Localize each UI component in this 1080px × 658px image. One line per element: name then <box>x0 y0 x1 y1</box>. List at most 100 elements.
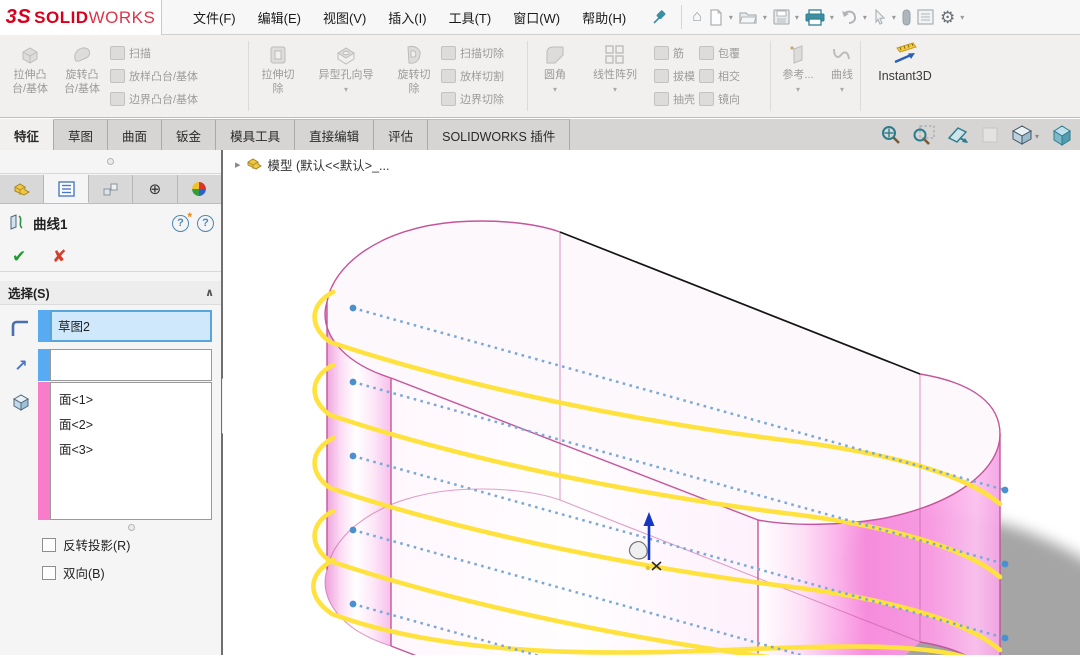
open-file-caret-icon[interactable]: ▾ <box>763 13 767 22</box>
lofted-boss-button[interactable]: 放样凸台/基体 <box>110 66 198 86</box>
flyout-feature-tree[interactable]: ▸ 模型 (默认<<默认>_... <box>235 155 389 174</box>
face-list-item[interactable]: 面<3> <box>51 436 211 461</box>
tab-surfaces[interactable]: 曲面 <box>108 119 162 150</box>
boundary-cut-button[interactable]: 边界切除 <box>441 89 504 109</box>
zoom-fit-icon[interactable] <box>880 124 902 146</box>
bidirectional-checkbox[interactable] <box>42 566 56 580</box>
face-list-item[interactable]: 面<1> <box>51 386 211 411</box>
graphics-viewport[interactable]: ▸ 模型 (默认<<默认>_... <box>223 150 1080 655</box>
save-caret-icon[interactable]: ▾ <box>795 13 799 22</box>
menu-edit[interactable]: 编辑(E) <box>247 1 312 34</box>
feature-manager-tab[interactable] <box>0 175 44 203</box>
sketch-field[interactable]: 草图2 <box>50 310 212 342</box>
bidirectional-row[interactable]: 双向(B) <box>42 563 105 582</box>
dimxpert-tab[interactable]: ⊕ <box>133 175 177 203</box>
panel-resize-handle[interactable] <box>107 158 114 165</box>
properties-icon[interactable] <box>915 6 936 28</box>
new-file-icon[interactable] <box>706 6 726 29</box>
face-selection-list[interactable]: 面<1> 面<2> 面<3> <box>50 382 212 520</box>
display-manager-tab[interactable] <box>178 175 222 203</box>
display-style-icon[interactable] <box>1050 123 1074 147</box>
list-resize-handle[interactable] <box>128 524 135 531</box>
cancel-button[interactable]: ✘ <box>52 247 66 267</box>
hole-wizard-icon <box>334 41 358 69</box>
reverse-projection-row[interactable]: 反转投影(R) <box>42 535 130 554</box>
revolved-cut-button[interactable]: 旋转切除 <box>389 35 439 115</box>
curves-caret-icon[interactable]: ▾ <box>840 85 844 94</box>
pin-menu-icon[interactable] <box>645 6 673 29</box>
reverse-projection-checkbox[interactable] <box>42 538 56 552</box>
linear-pattern-caret-icon[interactable]: ▾ <box>613 85 617 94</box>
tree-expand-icon[interactable]: ▸ <box>235 158 241 171</box>
direction-field[interactable] <box>50 349 212 381</box>
intersect-icon <box>699 69 714 83</box>
shell-icon <box>654 92 669 106</box>
print-caret-icon[interactable]: ▾ <box>830 13 834 22</box>
section-view-icon[interactable] <box>946 124 970 146</box>
options-capsule-icon[interactable] <box>900 6 913 29</box>
menu-view[interactable]: 视图(V) <box>312 1 377 34</box>
settings-caret-icon[interactable]: ▾ <box>960 13 964 22</box>
menu-file[interactable]: 文件(F) <box>182 1 247 34</box>
group-separator <box>527 41 528 111</box>
mirror-button[interactable]: 镜向 <box>699 89 740 109</box>
fillet-caret-icon[interactable]: ▾ <box>553 85 557 94</box>
collapse-section-icon[interactable]: ∧ <box>205 286 214 299</box>
new-file-caret-icon[interactable]: ▾ <box>729 13 733 22</box>
zoom-area-icon[interactable] <box>912 124 936 146</box>
ok-button[interactable]: ✔ <box>12 247 26 267</box>
home-icon[interactable]: ⌂ <box>690 6 704 28</box>
selection-section-header[interactable]: 选择(S) ∧ <box>0 281 222 305</box>
help-icon[interactable]: ? <box>197 215 214 232</box>
property-manager-tab[interactable] <box>44 175 88 203</box>
extruded-boss-button[interactable]: 拉伸凸台/基体 <box>4 35 56 115</box>
hole-wizard-button[interactable]: 异型孔向导 ▾ <box>303 35 389 115</box>
hole-wizard-caret-icon[interactable]: ▾ <box>344 85 348 94</box>
menu-help[interactable]: 帮助(H) <box>571 1 637 34</box>
configuration-manager-tab[interactable] <box>89 175 133 203</box>
menu-window[interactable]: 窗口(W) <box>502 1 571 34</box>
print-icon[interactable] <box>803 6 827 29</box>
instant3d-button[interactable]: Instant3D <box>866 35 944 115</box>
rib-button[interactable]: 筋 <box>654 43 695 63</box>
wrap-button[interactable]: 包覆 <box>699 43 740 63</box>
swept-boss-button[interactable]: 扫描 <box>110 43 198 63</box>
tab-direct-editing[interactable]: 直接编辑 <box>295 119 374 150</box>
logo-mark: 3S <box>6 6 31 28</box>
face-list-item[interactable]: 面<2> <box>51 411 211 436</box>
settings-gear-icon[interactable]: ⚙ <box>938 6 957 29</box>
undo-icon[interactable] <box>838 6 860 28</box>
intersect-button[interactable]: 相交 <box>699 66 740 86</box>
select-cursor-icon[interactable] <box>871 6 889 28</box>
boss-stack: 扫描 放样凸台/基体 边界凸台/基体 <box>108 35 200 117</box>
group-separator <box>248 41 249 111</box>
tab-sheet-metal[interactable]: 钣金 <box>162 119 216 150</box>
view-orientation-icon[interactable]: ▾ <box>1010 123 1040 147</box>
tab-features[interactable]: 特征 <box>0 119 54 150</box>
lofted-cut-button[interactable]: 放样切割 <box>441 66 504 86</box>
whats-new-help-icon[interactable]: ?* <box>172 215 189 232</box>
reference-geometry-button[interactable]: 参考... ▾ <box>774 35 822 115</box>
curves-button[interactable]: 曲线 ▾ <box>822 35 862 115</box>
swept-cut-button[interactable]: 扫描切除 <box>441 43 504 63</box>
undo-caret-icon[interactable]: ▾ <box>863 13 867 22</box>
menu-tools[interactable]: 工具(T) <box>438 1 503 34</box>
linear-pattern-button[interactable]: 线性阵列 ▾ <box>578 35 652 115</box>
draft-button[interactable]: 拔模 <box>654 66 695 86</box>
fillet-button[interactable]: 圆角 ▾ <box>532 35 578 115</box>
tab-mold-tools[interactable]: 模具工具 <box>216 119 295 150</box>
tab-sketch[interactable]: 草图 <box>54 119 108 150</box>
extruded-cut-button[interactable]: 拉伸切除 <box>253 35 303 115</box>
boundary-boss-button[interactable]: 边界凸台/基体 <box>110 89 198 109</box>
tab-solidworks-addins[interactable]: SOLIDWORKS 插件 <box>428 119 570 150</box>
property-manager-header: 曲线1 ?* ? <box>0 206 222 240</box>
save-icon[interactable] <box>771 6 792 28</box>
shell-button[interactable]: 抽壳 <box>654 89 695 109</box>
revolved-boss-button[interactable]: 旋转凸台/基体 <box>56 35 108 115</box>
reference-caret-icon[interactable]: ▾ <box>796 85 800 94</box>
menu-insert[interactable]: 插入(I) <box>377 1 437 34</box>
tab-evaluate[interactable]: 评估 <box>374 119 428 150</box>
open-file-icon[interactable] <box>737 6 760 28</box>
select-caret-icon[interactable]: ▾ <box>892 13 896 22</box>
tree-root-label[interactable]: 模型 (默认<<默认>_... <box>268 155 390 174</box>
